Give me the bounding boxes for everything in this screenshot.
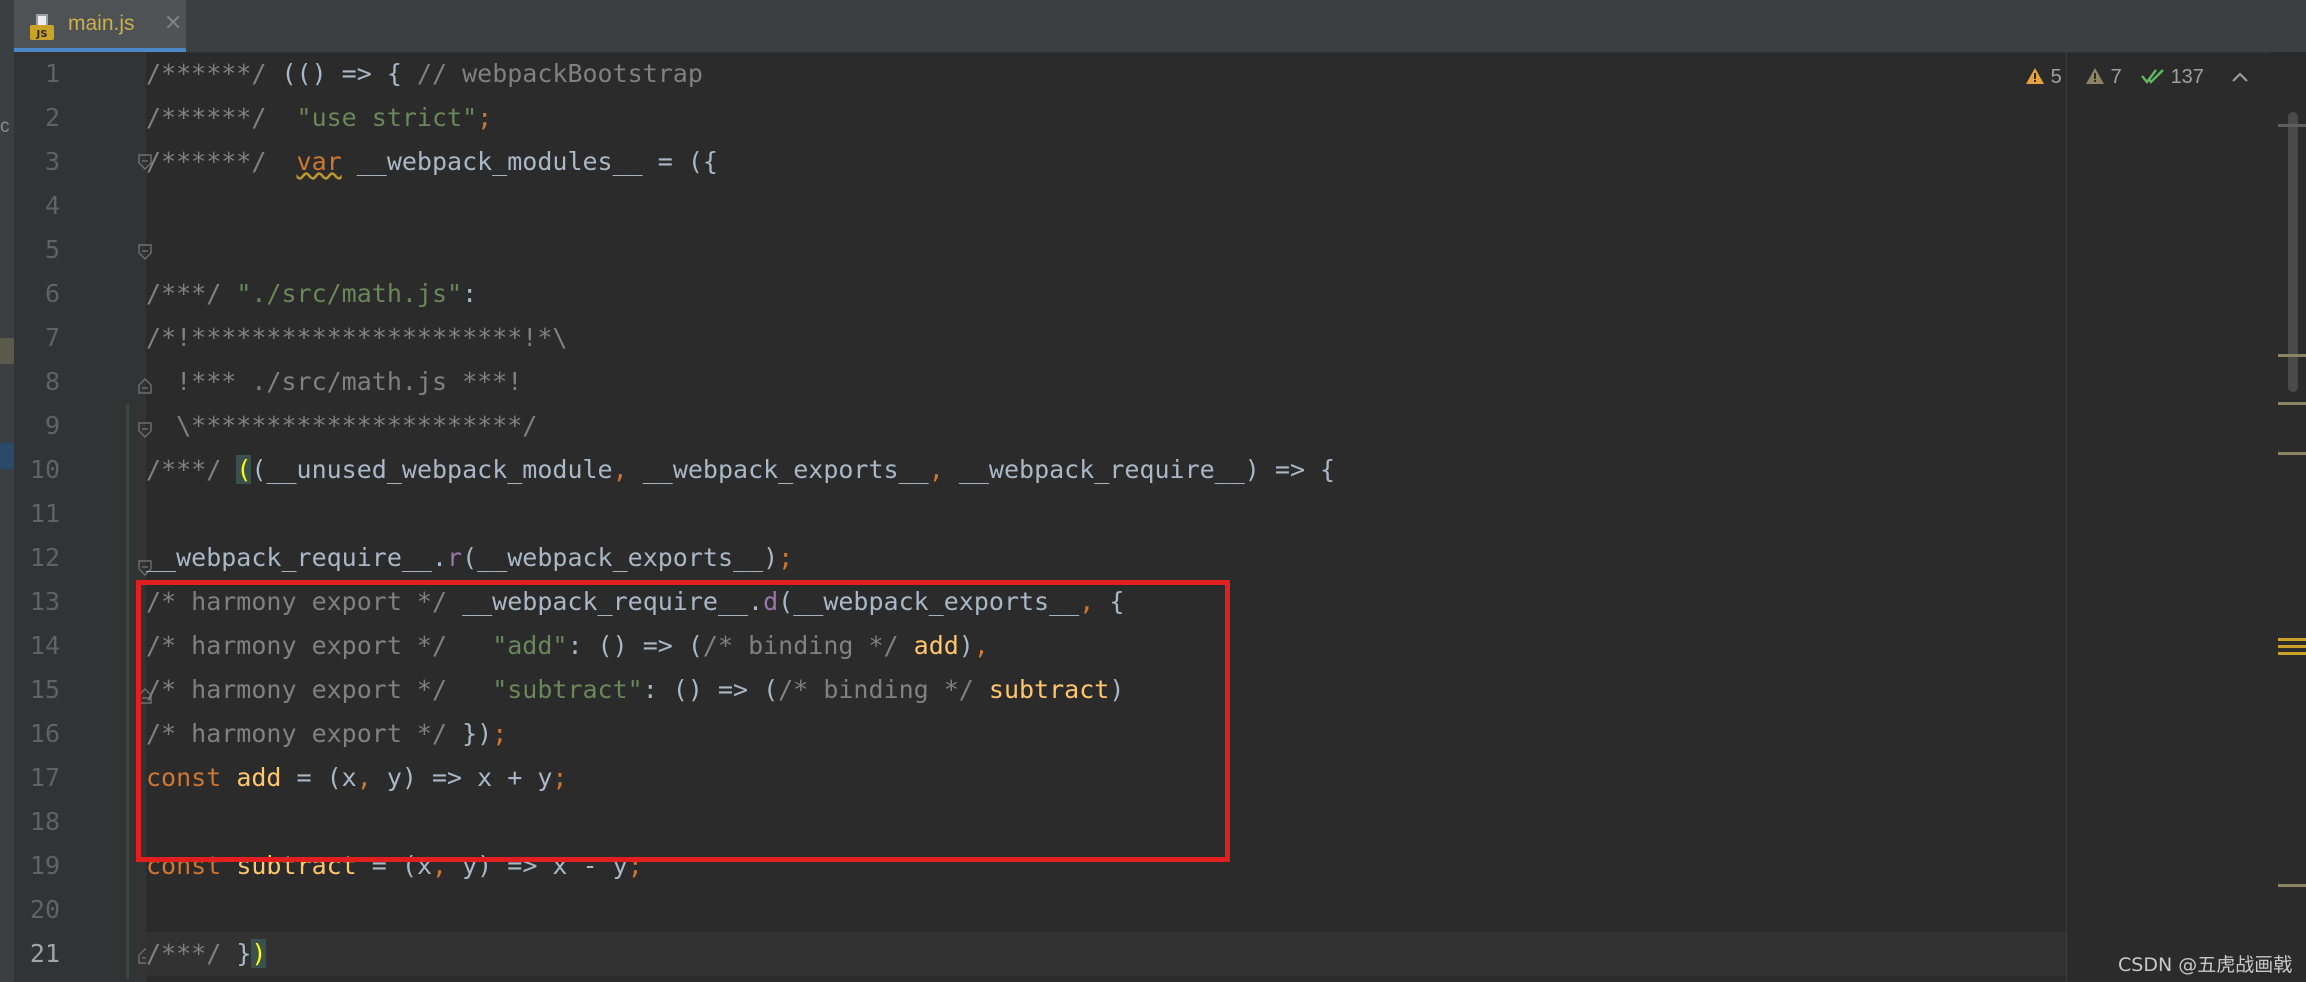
tool-window-strip: c — [0, 52, 14, 982]
code-comment: /******/ — [146, 147, 297, 176]
code-text: __webpack_modules__ = ({ — [341, 147, 718, 176]
code-line[interactable]: !*** ./src/math.js ***! — [146, 360, 522, 404]
code-line[interactable]: /*!**********************!*\ — [146, 316, 567, 360]
line-number[interactable]: 6 — [14, 272, 60, 316]
line-number[interactable]: 3 — [14, 140, 60, 184]
code-text: } — [236, 939, 252, 968]
code-string: "./src/math.js" — [236, 279, 463, 308]
code-text: __webpack_require__) => { — [958, 455, 1336, 484]
error-stripe-mark[interactable] — [2278, 884, 2306, 887]
code-string: "use strict" — [296, 103, 478, 132]
typo-count-value: 137 — [2170, 66, 2204, 88]
code-punct: ; — [778, 543, 794, 572]
editor-tab-bar: JS main.js ✕ — [0, 0, 2306, 53]
double-check-icon — [2141, 69, 2164, 84]
line-number[interactable]: 17 — [14, 756, 60, 800]
code-comment: /******/ — [146, 59, 282, 88]
line-number[interactable]: 14 — [14, 624, 60, 668]
code-comment: /***/ — [146, 455, 237, 484]
code-line[interactable]: __webpack_require__.r(__webpack_exports_… — [146, 536, 793, 580]
weak-warning-triangle-icon — [2086, 68, 2104, 84]
close-icon[interactable]: ✕ — [164, 11, 182, 36]
line-number-gutter: 1 2 3 4 5 6 7 8 9 10 11 12 13 14 15 16 17 18 19 20 21 — [14, 52, 152, 982]
error-count-value: 5 — [2050, 66, 2062, 88]
code-text: __webpack_require__. — [146, 543, 448, 572]
line-number[interactable]: 9 — [14, 404, 60, 448]
code-text: (() => { — [281, 59, 417, 88]
code-text: (__unused_webpack_module — [251, 455, 613, 484]
line-number[interactable]: 19 — [14, 844, 60, 888]
watermark: CSDN @五虎战画戟 — [2118, 954, 2293, 976]
code-comment: /***/ — [146, 939, 237, 968]
code-comment: !*** ./src/math.js ***! — [146, 367, 523, 396]
line-number[interactable]: 2 — [14, 96, 60, 140]
code-text: __webpack_exports__ — [642, 455, 929, 484]
line-number[interactable]: 5 — [14, 228, 60, 272]
error-stripe-mark[interactable] — [2278, 402, 2306, 405]
sidebar-letter: c — [0, 116, 10, 137]
line-number[interactable]: 10 — [14, 448, 60, 492]
code-comment: /*!**********************!*\ — [146, 323, 568, 352]
warning-count[interactable]: 7 — [2085, 66, 2122, 89]
chevron-up-icon[interactable] — [2231, 70, 2249, 84]
scrollbar-thumb[interactable] — [2288, 112, 2298, 392]
js-file-icon: JS — [30, 14, 54, 40]
line-number[interactable]: 21 — [14, 932, 60, 976]
line-number[interactable]: 15 — [14, 668, 60, 712]
line-number[interactable]: 4 — [14, 184, 60, 228]
code-line[interactable]: /***/ ((__unused_webpack_module, __webpa… — [146, 448, 1335, 492]
typo-count[interactable]: 137 — [2141, 66, 2204, 89]
tab-label: main.js — [68, 12, 135, 35]
code-punct: , — [928, 455, 959, 484]
error-stripe-mark[interactable] — [2278, 354, 2306, 357]
line-number[interactable]: 12 — [14, 536, 60, 580]
gutter-marker — [0, 338, 14, 364]
line-number[interactable]: 11 — [14, 492, 60, 536]
code-method: r — [447, 543, 463, 572]
code-comment: /***/ — [146, 279, 237, 308]
code-line[interactable]: \**********************/ — [146, 404, 537, 448]
warning-count-value: 7 — [2110, 66, 2122, 88]
error-stripe-mark[interactable] — [2278, 452, 2306, 455]
line-number[interactable]: 8 — [14, 360, 60, 404]
code-comment: // webpackBootstrap — [416, 59, 703, 88]
code-keyword: var — [296, 147, 342, 176]
code-line[interactable]: /******/ (() => { // webpackBootstrap — [146, 52, 703, 96]
line-number[interactable]: 20 — [14, 888, 60, 932]
code-line[interactable]: /***/ "./src/math.js": — [146, 272, 477, 316]
matched-brace: ) — [251, 939, 267, 968]
code-line[interactable]: /******/ "use strict"; — [146, 96, 492, 140]
error-count[interactable]: 5 — [2025, 66, 2062, 89]
matched-brace: ( — [236, 455, 252, 484]
error-stripe-mark[interactable] — [2278, 652, 2306, 655]
line-number[interactable]: 13 — [14, 580, 60, 624]
code-line[interactable]: /******/ var __webpack_modules__ = ({ — [146, 140, 718, 184]
vcs-change-bar — [126, 404, 129, 978]
tab-main-js[interactable]: JS main.js ✕ — [14, 0, 186, 52]
js-badge-text: JS — [36, 29, 48, 40]
error-stripe-mark[interactable] — [2278, 124, 2306, 127]
line-number[interactable]: 1 — [14, 52, 60, 96]
line-number[interactable]: 7 — [14, 316, 60, 360]
error-stripe-mark[interactable] — [2278, 638, 2306, 641]
annotation-highlight-box — [136, 580, 1230, 862]
current-line-highlight — [146, 932, 2066, 976]
warning-triangle-icon — [2026, 68, 2044, 84]
code-punct: ; — [477, 103, 493, 132]
right-margin-guide — [2066, 52, 2067, 982]
code-text: : — [462, 279, 478, 308]
code-line[interactable]: /***/ }) — [146, 932, 267, 976]
line-number[interactable]: 16 — [14, 712, 60, 756]
code-text: (__webpack_exports__) — [462, 543, 779, 572]
code-comment: \**********************/ — [146, 411, 538, 440]
gutter-marker — [0, 443, 14, 469]
error-stripe-mark[interactable] — [2278, 645, 2306, 648]
code-punct: , — [612, 455, 643, 484]
line-number[interactable]: 18 — [14, 800, 60, 844]
code-comment: /******/ — [146, 103, 297, 132]
